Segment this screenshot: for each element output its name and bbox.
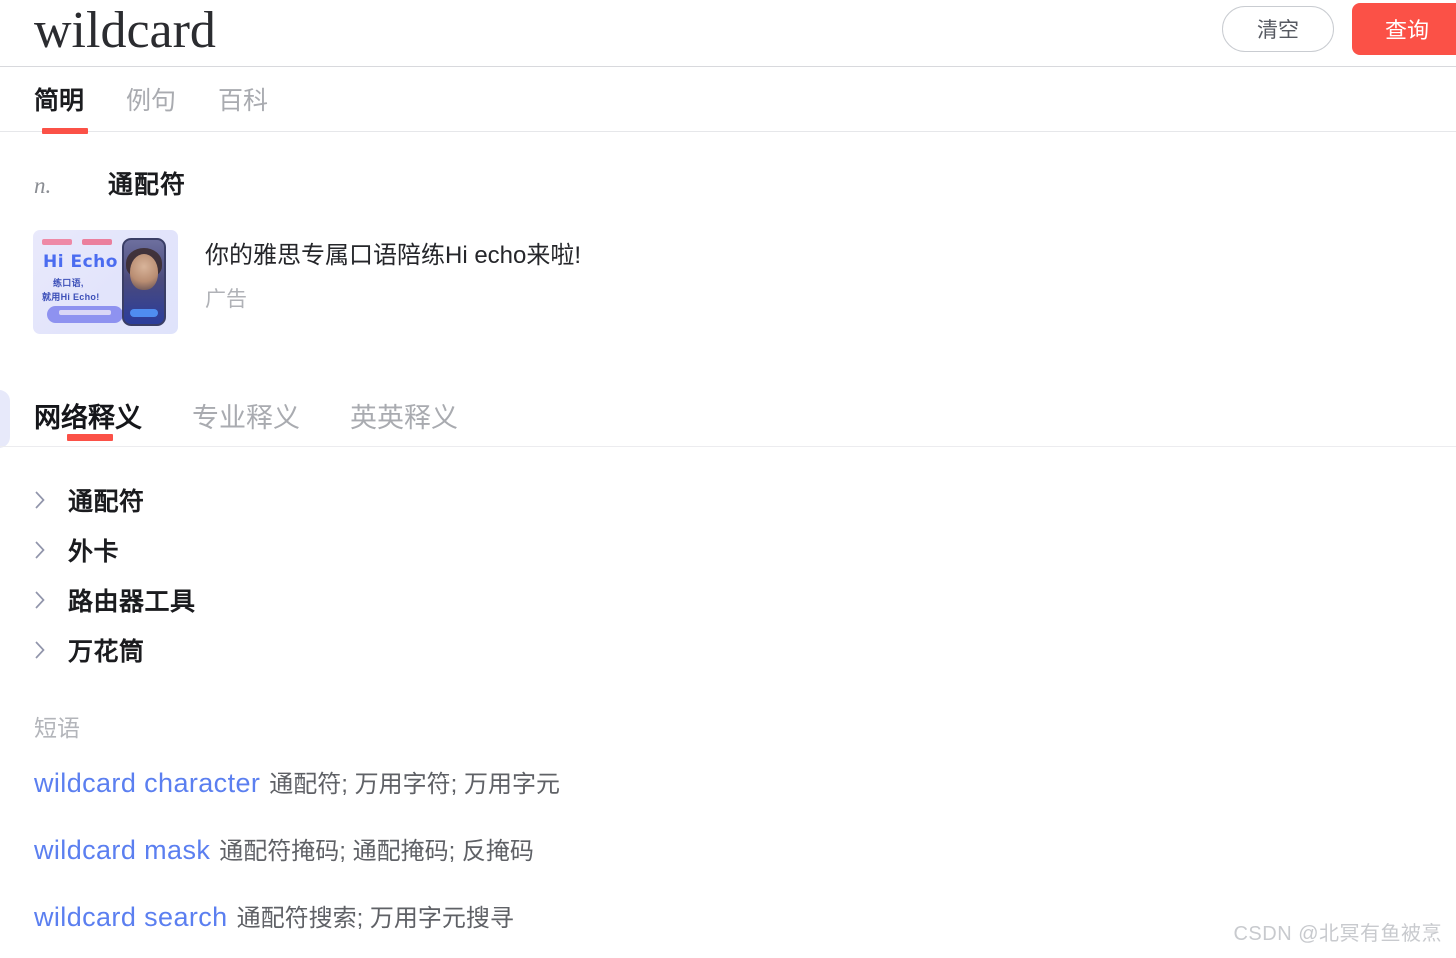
ad-body: 你的雅思专属口语陪练Hi echo来啦! 广告 [205,230,581,313]
tab-zhuanye-shiyi[interactable]: 专业释义 [192,385,300,446]
list-item[interactable]: 万花筒 [34,625,1456,675]
part-of-speech-label: n. [34,173,52,198]
chevron-right-icon [35,641,45,659]
tab-liju[interactable]: 例句 [126,67,176,131]
phrase-row: wildcard mask 通配符掩码; 通配掩码; 反掩码 [34,833,1456,872]
header: wildcard 清空 查询 [0,0,1456,66]
secondary-tabs: 网络释义 专业释义 英英释义 [0,385,1456,447]
primary-tabs: 简明 例句 百科 [0,66,1456,134]
phrase-link[interactable]: wildcard character [34,768,260,798]
phrase-link[interactable]: wildcard mask [34,835,210,865]
list-item[interactable]: 路由器工具 [34,575,1456,625]
ad-thumbnail-image[interactable]: Hi Echo 练口语, 就用Hi Echo! [33,230,178,334]
page-title: wildcard [34,2,216,59]
ad-thumb-cta-button [47,306,123,323]
clear-button[interactable]: 清空 [1222,6,1334,52]
definition-text: 通配符 [108,171,187,199]
chevron-right-icon [35,591,45,609]
ad-brand-text: Hi Echo [43,252,118,272]
definition-row: n. 通配符 [0,132,1456,201]
ad-logo-badges [42,239,112,245]
phrase-row: wildcard character 通配符; 万用字符; 万用字元 [34,766,1456,805]
advertisement-block[interactable]: Hi Echo 练口语, 就用Hi Echo! 你的雅思专属口语陪练Hi ech… [0,201,1456,334]
watermark: CSDN @北冥有鱼被烹 [1233,923,1442,945]
list-item-label: 路由器工具 [68,588,196,616]
header-actions: 清空 查询 [1222,3,1456,55]
ad-label: 广告 [205,288,247,311]
ad-badge-icon [82,239,112,245]
list-item-label: 万花筒 [68,638,145,666]
list-item[interactable]: 外卡 [34,525,1456,575]
ad-phone-bottom-bar [130,309,158,317]
phrase-link[interactable]: wildcard search [34,902,228,932]
ad-title[interactable]: 你的雅思专属口语陪练Hi echo来啦! [205,240,581,272]
tab-wangluo-shiyi[interactable]: 网络释义 [34,385,142,446]
phrases-heading: 短语 [34,715,80,741]
search-button[interactable]: 查询 [1352,3,1456,55]
list-item-label: 外卡 [68,538,120,566]
list-item-label: 通配符 [68,488,145,516]
tab-yingying-shiyi[interactable]: 英英释义 [350,385,458,446]
dictionary-result-page: wildcard 清空 查询 简明 例句 百科 n. 通配符 Hi Echo 练… [0,0,1456,958]
tab-baike[interactable]: 百科 [218,67,268,131]
ad-person-face [130,254,158,290]
phrases-section: 短语 wildcard character 通配符; 万用字符; 万用字元 wil… [0,675,1456,939]
phrase-translation: 通配符掩码; 通配掩码; 反掩码 [219,838,534,865]
network-definition-section: 网络释义 专业释义 英英释义 通配符 外卡 路由器工具 万花筒 [0,385,1456,675]
list-item[interactable]: 通配符 [34,475,1456,525]
chevron-right-icon [35,541,45,559]
ad-phone-mockup [122,238,166,326]
phrase-translation: 通配符; 万用字符; 万用字元 [269,771,560,798]
phrase-translation: 通配符搜索; 万用字元搜寻 [236,905,514,932]
tab-jianming[interactable]: 简明 [34,67,89,134]
ad-thumb-line-2: 就用Hi Echo! [42,292,100,302]
ad-thumb-line-1: 练口语, [53,278,84,288]
ad-badge-icon [42,239,72,245]
chevron-right-icon [35,491,45,509]
network-definition-list: 通配符 外卡 路由器工具 万花筒 [0,447,1456,675]
